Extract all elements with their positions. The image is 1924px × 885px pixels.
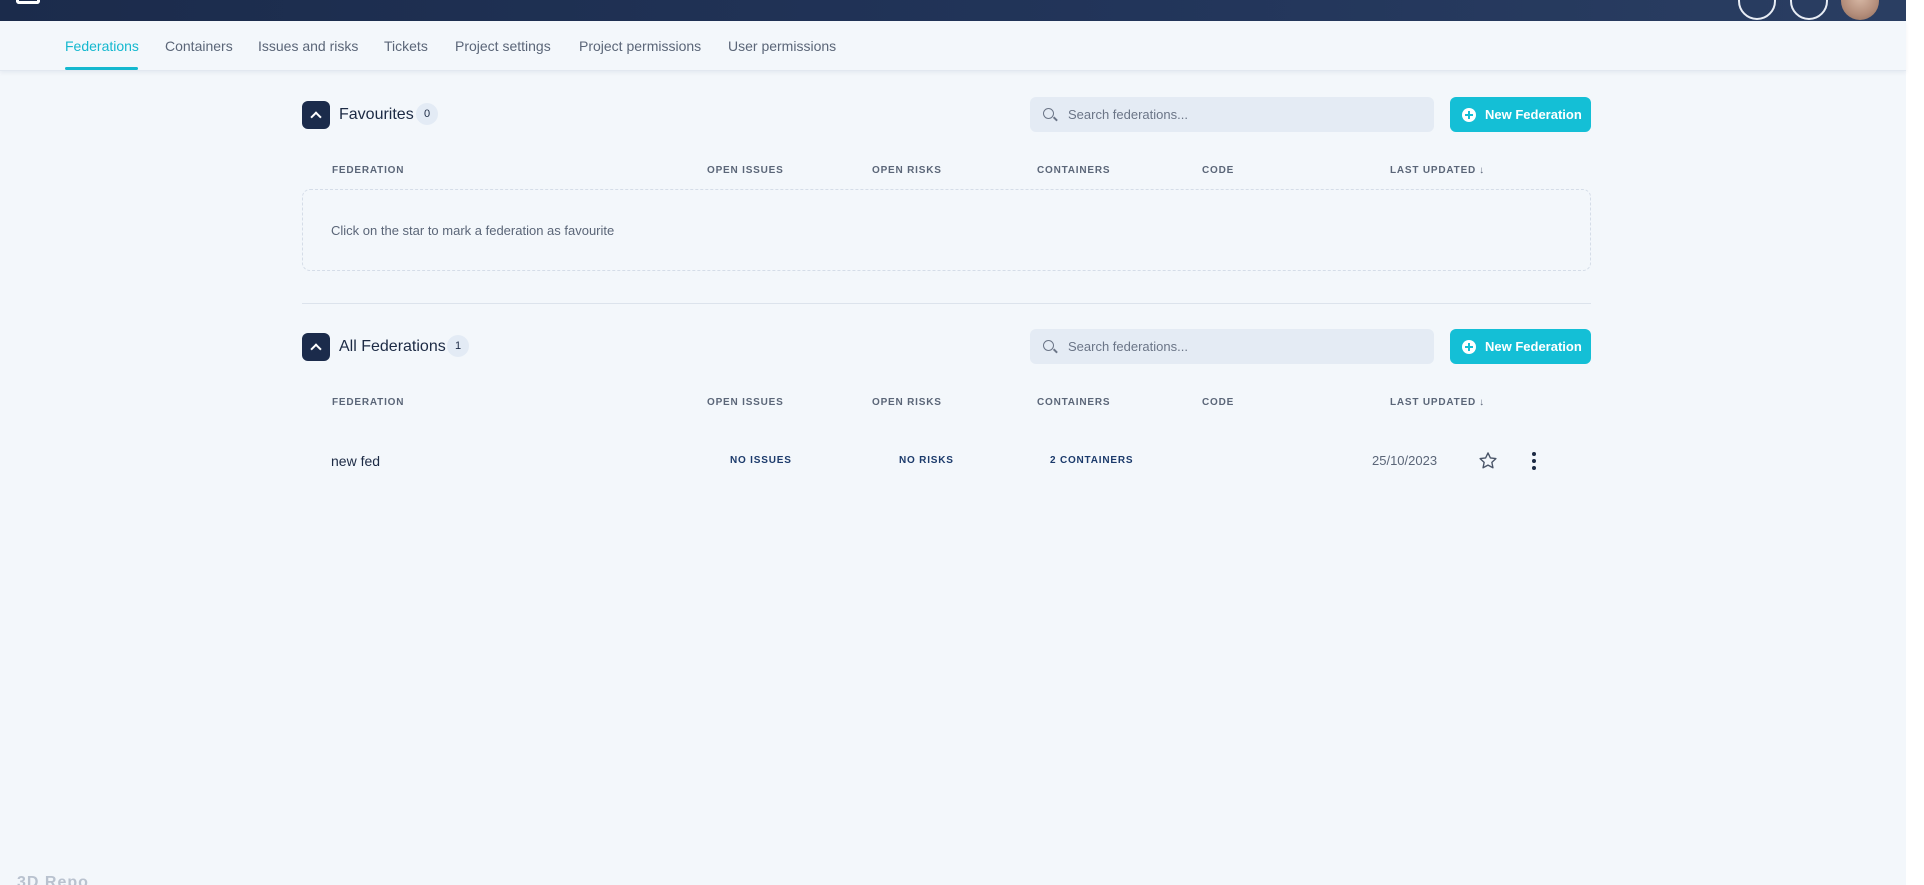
search-icon [1043,108,1054,119]
fav-col-containers[interactable]: CONTAINERS [1037,165,1110,176]
last-updated-label: LAST UPDATED [1390,165,1477,176]
all-col-last-updated[interactable]: LAST UPDATED ↓ [1390,397,1485,408]
search-icon [1043,340,1054,351]
last-updated-label: LAST UPDATED [1390,397,1477,408]
fav-col-code[interactable]: CODE [1202,165,1234,176]
favourites-new-federation-button[interactable]: New Federation [1450,97,1591,132]
all-col-open-risks[interactable]: OPEN RISKS [872,397,942,408]
fav-col-last-updated[interactable]: LAST UPDATED ↓ [1390,165,1485,176]
plus-circle-icon [1462,339,1476,354]
window-edge [1906,0,1924,885]
top-navbar [0,0,1906,21]
fav-col-open-risks[interactable]: OPEN RISKS [872,165,942,176]
tab-issues-and-risks[interactable]: Issues and risks [258,38,358,54]
all-federations-title: All Federations [339,338,446,355]
favourites-title: Favourites [339,106,414,123]
footer-logo: 3D Repo [17,874,89,885]
tab-project-settings[interactable]: Project settings [455,38,551,54]
open-risks-chip[interactable]: NO RISKS [899,455,954,466]
sort-arrow-icon: ↓ [1479,397,1485,408]
tab-user-permissions[interactable]: User permissions [728,38,836,54]
app-logo-icon[interactable] [16,0,40,4]
star-outline-icon[interactable] [1477,450,1499,472]
user-avatar[interactable] [1841,0,1879,20]
containers-chip[interactable]: 2 CONTAINERS [1050,455,1133,466]
favourites-empty-message: Click on the star to mark a federation a… [331,223,615,238]
new-federation-label: New Federation [1485,107,1582,122]
open-issues-chip[interactable]: NO ISSUES [730,455,792,466]
all-col-code[interactable]: CODE [1202,397,1234,408]
favourites-search[interactable] [1030,97,1434,132]
tab-containers[interactable]: Containers [165,38,233,54]
tab-federations[interactable]: Federations [65,38,139,54]
all-federations-count-badge: 1 [447,335,469,357]
last-updated-date: 25/10/2023 [1372,453,1438,468]
fav-col-federation[interactable]: FEDERATION [332,165,404,176]
federation-name[interactable]: new fed [331,453,380,469]
fav-col-open-issues[interactable]: OPEN ISSUES [707,165,784,176]
all-col-open-issues[interactable]: OPEN ISSUES [707,397,784,408]
active-tab-indicator [65,67,138,70]
all-federations-search-input[interactable] [1068,329,1418,364]
all-federations-search[interactable] [1030,329,1434,364]
favourites-search-input[interactable] [1068,97,1418,132]
tab-project-permissions[interactable]: Project permissions [579,38,701,54]
help-icon[interactable] [1738,0,1776,20]
favourites-collapse-button[interactable] [302,101,330,129]
new-federation-label: New Federation [1485,339,1582,354]
all-col-federation[interactable]: FEDERATION [332,397,404,408]
tab-tickets[interactable]: Tickets [384,38,428,54]
plus-circle-icon [1462,107,1476,122]
all-new-federation-button[interactable]: New Federation [1450,329,1591,364]
sort-arrow-icon: ↓ [1479,165,1485,176]
chevron-up-icon [310,343,322,355]
favourites-count-badge: 0 [416,103,438,125]
project-tabs: Federations Containers Issues and risks … [0,21,1906,71]
more-vertical-icon[interactable] [1531,452,1537,470]
notifications-icon[interactable] [1790,0,1828,20]
chevron-up-icon [310,111,322,123]
all-federations-collapse-button[interactable] [302,333,330,361]
all-col-containers[interactable]: CONTAINERS [1037,397,1110,408]
favourites-empty-state: Click on the star to mark a federation a… [302,189,1591,271]
section-divider [302,303,1591,304]
